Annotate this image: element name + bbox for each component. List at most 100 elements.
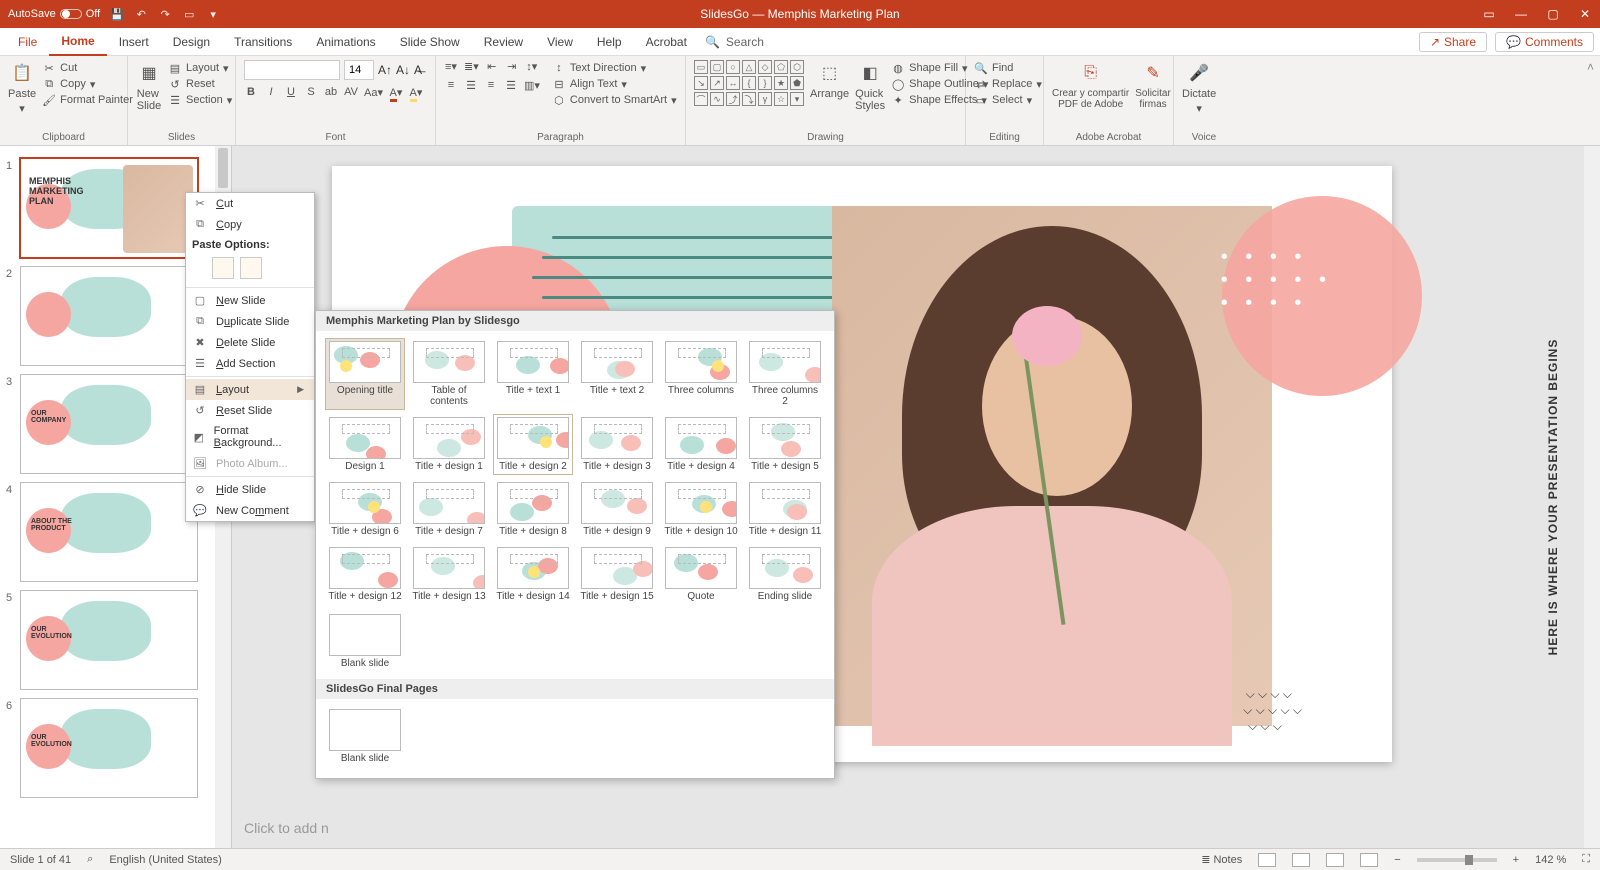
ctx-delete-slide[interactable]: ✖Delete Slide bbox=[186, 332, 314, 353]
increase-font-icon[interactable]: A↑ bbox=[378, 63, 392, 77]
maximize-icon[interactable]: ▢ bbox=[1546, 7, 1560, 21]
new-slide-button[interactable]: ▦New Slide bbox=[136, 60, 162, 112]
layout-option-9[interactable]: Title + design 3 bbox=[578, 415, 656, 474]
shadow-button[interactable]: ab bbox=[324, 86, 338, 99]
view-normal-icon[interactable] bbox=[1258, 853, 1276, 867]
layout-option-6[interactable]: Design 1 bbox=[326, 415, 404, 474]
strike-button[interactable]: S bbox=[304, 86, 318, 99]
arrange-button[interactable]: ⬚Arrange bbox=[810, 60, 849, 100]
share-button[interactable]: ↗Share bbox=[1419, 32, 1487, 52]
clear-format-icon[interactable]: A̶ bbox=[414, 63, 422, 77]
font-name-input[interactable] bbox=[244, 60, 340, 80]
format-painter-button[interactable]: 🖌Format Painter bbox=[42, 92, 133, 108]
tell-me-search[interactable]: 🔍 Search bbox=[699, 33, 770, 51]
present-icon[interactable]: ▭ bbox=[182, 7, 196, 21]
select-button[interactable]: ▭Select ▾ bbox=[974, 92, 1042, 108]
status-language[interactable]: English (United States) bbox=[109, 854, 222, 866]
tab-insert[interactable]: Insert bbox=[107, 29, 161, 55]
smartart-button[interactable]: ⬡Convert to SmartArt ▾ bbox=[552, 92, 677, 108]
layout-option-14[interactable]: Title + design 8 bbox=[494, 480, 572, 539]
copy-button[interactable]: ⧉Copy ▾ bbox=[42, 76, 133, 92]
layout-option-0[interactable]: Opening title bbox=[326, 339, 404, 409]
layout-button[interactable]: ▤Layout ▾ bbox=[168, 60, 232, 76]
layout-option-22[interactable]: Quote bbox=[662, 545, 740, 604]
status-spell-icon[interactable]: ⌕ bbox=[87, 853, 93, 866]
section-button[interactable]: ☰Section ▾ bbox=[168, 92, 232, 108]
view-slideshow-icon[interactable] bbox=[1360, 853, 1378, 867]
quick-styles-button[interactable]: ◧Quick Styles bbox=[855, 60, 885, 112]
layout-option-12[interactable]: Title + design 6 bbox=[326, 480, 404, 539]
layout-option-10[interactable]: Title + design 4 bbox=[662, 415, 740, 474]
replace-button[interactable]: ⇄Replace ▾ bbox=[974, 76, 1042, 92]
autosave-toggle[interactable]: AutoSave Off bbox=[8, 8, 100, 20]
tab-acrobat[interactable]: Acrobat bbox=[634, 29, 699, 55]
numbering-button[interactable]: ≣▾ bbox=[464, 60, 479, 73]
adobe-create-pdf-button[interactable]: ⎘Crear y compartir PDF de Adobe bbox=[1052, 60, 1129, 110]
tab-transitions[interactable]: Transitions bbox=[222, 29, 304, 55]
paste-option-1[interactable] bbox=[212, 257, 234, 279]
tab-file[interactable]: File bbox=[6, 29, 49, 55]
underline-button[interactable]: U bbox=[284, 86, 298, 99]
cut-button[interactable]: ✂Cut bbox=[42, 60, 133, 76]
indent-dec-button[interactable]: ⇤ bbox=[485, 60, 499, 73]
indent-inc-button[interactable]: ⇥ bbox=[505, 60, 519, 73]
layout-blank-2[interactable]: Blank slide bbox=[326, 707, 404, 766]
ctx-new-slide[interactable]: ▢New Slide bbox=[186, 290, 314, 311]
layout-option-4[interactable]: Three columns bbox=[662, 339, 740, 409]
bullets-button[interactable]: ≡▾ bbox=[444, 60, 458, 73]
dictate-button[interactable]: 🎤Dictate▾ bbox=[1182, 60, 1216, 115]
layout-option-17[interactable]: Title + design 11 bbox=[746, 480, 824, 539]
layout-option-2[interactable]: Title + text 1 bbox=[494, 339, 572, 409]
decrease-font-icon[interactable]: A↓ bbox=[396, 63, 410, 77]
layout-option-19[interactable]: Title + design 13 bbox=[410, 545, 488, 604]
case-button[interactable]: Aa▾ bbox=[364, 86, 383, 99]
ctx-copy[interactable]: ⧉Copy bbox=[186, 214, 314, 235]
shapes-gallery[interactable]: ▭▢○△◇⬠⬡ ↘↗↔{}★⬟ ⌒∿⤴⤵γ☆▾ bbox=[694, 60, 804, 106]
layout-blank-1[interactable]: Blank slide bbox=[326, 612, 404, 671]
undo-icon[interactable]: ↶ bbox=[134, 7, 148, 21]
align-center-button[interactable]: ☰ bbox=[464, 79, 478, 92]
thumbnail-slide-5[interactable]: 5OUR EVOLUTION bbox=[0, 586, 231, 694]
layout-option-11[interactable]: Title + design 5 bbox=[746, 415, 824, 474]
layout-option-3[interactable]: Title + text 2 bbox=[578, 339, 656, 409]
ctx-duplicate-slide[interactable]: ⧉Duplicate Slide bbox=[186, 311, 314, 332]
highlight-button[interactable]: A▾ bbox=[409, 86, 423, 99]
zoom-out-button[interactable]: − bbox=[1394, 854, 1400, 866]
view-reading-icon[interactable] bbox=[1326, 853, 1344, 867]
ribbon-mode-icon[interactable]: ▭ bbox=[1482, 7, 1496, 21]
comments-button[interactable]: 💬Comments bbox=[1495, 32, 1594, 52]
layout-option-20[interactable]: Title + design 14 bbox=[494, 545, 572, 604]
find-button[interactable]: 🔍Find bbox=[974, 60, 1042, 76]
layout-option-18[interactable]: Title + design 12 bbox=[326, 545, 404, 604]
tab-home[interactable]: Home bbox=[49, 28, 106, 56]
tab-view[interactable]: View bbox=[535, 29, 585, 55]
save-icon[interactable]: 💾 bbox=[110, 7, 124, 21]
tab-animations[interactable]: Animations bbox=[304, 29, 387, 55]
ctx-layout[interactable]: ▤Layout▶ bbox=[186, 379, 314, 400]
fit-to-window-icon[interactable]: ⛶ bbox=[1582, 853, 1590, 866]
notes-toggle[interactable]: ≣ Notes bbox=[1201, 853, 1242, 866]
zoom-slider[interactable] bbox=[1417, 858, 1497, 862]
paste-button[interactable]: 📋Paste▾ bbox=[8, 60, 36, 115]
layout-option-23[interactable]: Ending slide bbox=[746, 545, 824, 604]
spacing-button[interactable]: AV bbox=[344, 86, 358, 99]
ctx-format-background[interactable]: ◩Format Background... bbox=[186, 421, 314, 453]
columns-button[interactable]: ▥▾ bbox=[524, 79, 540, 92]
layout-option-1[interactable]: Table of contents bbox=[410, 339, 488, 409]
align-left-button[interactable]: ≡ bbox=[444, 79, 458, 92]
align-text-button[interactable]: ⊟Align Text ▾ bbox=[552, 76, 677, 92]
layout-option-7[interactable]: Title + design 1 bbox=[410, 415, 488, 474]
layout-option-13[interactable]: Title + design 7 bbox=[410, 480, 488, 539]
view-sorter-icon[interactable] bbox=[1292, 853, 1310, 867]
ctx-cut[interactable]: ✂Cut bbox=[186, 193, 314, 214]
qat-more-icon[interactable]: ▾ bbox=[206, 7, 220, 21]
tab-review[interactable]: Review bbox=[472, 29, 535, 55]
minimize-icon[interactable]: — bbox=[1514, 7, 1528, 21]
zoom-level[interactable]: 142 % bbox=[1535, 854, 1566, 866]
reset-button[interactable]: ↺Reset bbox=[168, 76, 232, 92]
tab-slideshow[interactable]: Slide Show bbox=[388, 29, 472, 55]
align-right-button[interactable]: ≡ bbox=[484, 79, 498, 92]
layout-option-16[interactable]: Title + design 10 bbox=[662, 480, 740, 539]
editor-scrollbar[interactable] bbox=[1584, 146, 1600, 848]
justify-button[interactable]: ☰ bbox=[504, 79, 518, 92]
